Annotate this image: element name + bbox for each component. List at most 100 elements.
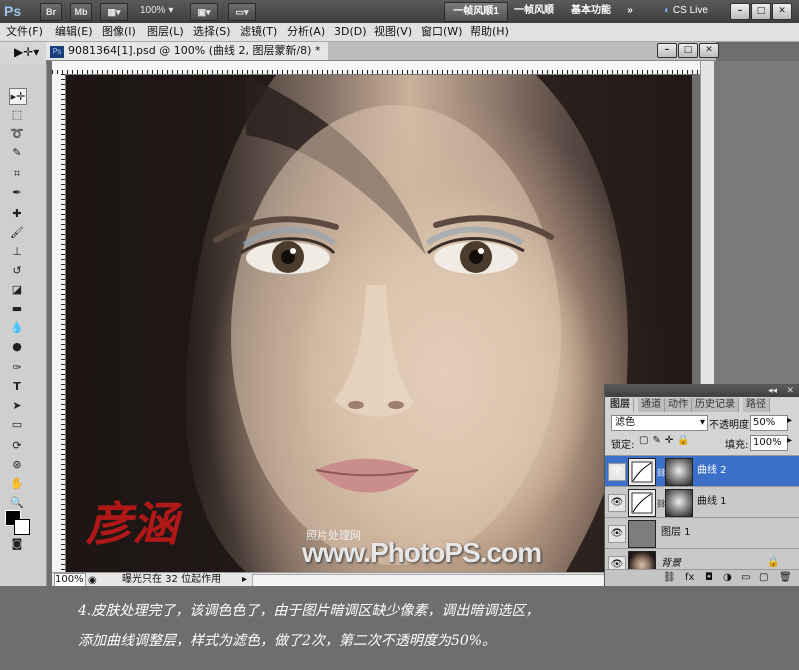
eye-icon[interactable]: 👁 — [608, 525, 626, 543]
tab-actions[interactable]: 动作 — [665, 398, 692, 412]
lock-icons[interactable]: ▢✎✛🔒 — [639, 435, 694, 446]
curves-adjustment-icon — [628, 489, 656, 517]
horizontal-ruler — [52, 61, 712, 75]
blur-tool-icon[interactable]: 💧 — [9, 320, 25, 335]
maximize-button[interactable]: □ — [751, 3, 771, 20]
opacity-slider-arrow-icon[interactable]: ▸ — [787, 415, 792, 426]
new-layer-icon[interactable]: ▢ — [759, 570, 768, 586]
tab-history[interactable]: 历史记录 — [692, 398, 739, 412]
gradient-tool-icon[interactable]: ▬ — [9, 301, 25, 316]
minibridge-button[interactable]: Mb — [70, 3, 92, 21]
healing-brush-tool-icon[interactable]: ✚ — [9, 206, 25, 221]
dodge-tool-icon[interactable]: ● — [9, 339, 25, 354]
type-tool-icon[interactable]: T — [9, 379, 25, 394]
path-selection-tool-icon[interactable]: ➤ — [9, 398, 25, 413]
menu-analysis[interactable]: 分析(A) — [287, 23, 325, 41]
add-mask-icon[interactable]: ◘ — [705, 570, 713, 586]
shape-tool-icon[interactable]: ▭ — [9, 417, 25, 432]
fill-field[interactable]: 100% — [750, 435, 788, 451]
collapse-panel-icon[interactable]: ◂◂ — [768, 385, 777, 397]
status-menu-arrow-icon[interactable]: ▸ — [242, 573, 247, 587]
minimize-button[interactable]: – — [730, 3, 750, 20]
layer-mask-thumbnail[interactable] — [665, 489, 693, 517]
bridge-button[interactable]: Br — [40, 3, 62, 21]
menu-edit[interactable]: 编辑(E) — [55, 23, 93, 41]
new-group-icon[interactable]: ▭ — [741, 570, 750, 586]
3d-rotate-tool-icon[interactable]: ⟳ — [9, 438, 25, 453]
lock-move-icon[interactable]: ✛ — [665, 435, 677, 446]
menu-select[interactable]: 选择(S) — [193, 23, 231, 41]
background-color-swatch[interactable] — [14, 519, 30, 535]
tab-layers[interactable]: 图层 — [607, 398, 634, 412]
link-layers-icon[interactable]: ⛓ — [663, 570, 676, 586]
screen-mode-icon: ▭▾ — [235, 7, 249, 17]
vertical-ruler — [52, 74, 66, 572]
history-brush-tool-icon[interactable]: ↺ — [9, 263, 25, 278]
opacity-field[interactable]: 50% — [750, 415, 788, 431]
pen-tool-icon[interactable]: ✑ — [9, 360, 25, 375]
workspace-button-2[interactable]: 一帧风顺 — [508, 2, 560, 20]
marquee-tool-icon[interactable]: ⬚ — [9, 107, 25, 122]
fill-slider-arrow-icon[interactable]: ▸ — [787, 435, 792, 446]
eye-icon[interactable]: 👁 — [608, 494, 626, 512]
tool-preset-picker[interactable]: ▶✛▾ — [14, 45, 39, 59]
crop-tool-icon[interactable]: ⌗ — [9, 166, 25, 181]
menu-window[interactable]: 窗口(W) — [421, 23, 462, 41]
menu-filter[interactable]: 滤镜(T) — [240, 23, 277, 41]
close-button[interactable]: ✕ — [772, 3, 792, 20]
eraser-tool-icon[interactable]: ◪ — [9, 282, 25, 297]
quick-mask-icon[interactable]: ◙ — [9, 536, 25, 551]
zoom-field[interactable]: 100% — [54, 573, 86, 587]
menu-file[interactable]: 文件(F) — [6, 23, 43, 41]
eye-icon[interactable]: 👁 — [608, 463, 626, 481]
workspace-button-essentials[interactable]: 基本功能 — [566, 2, 616, 20]
cs-live-button[interactable]: ◐ CS Live — [656, 2, 716, 20]
layer-row-curves-2[interactable]: 👁 ⛓ 曲线 2 — [605, 455, 799, 486]
menu-image[interactable]: 图像(I) — [102, 23, 136, 41]
layer-name: 曲线 2 — [697, 465, 727, 476]
opacity-label: 不透明度: — [709, 420, 753, 431]
layer-style-icon[interactable]: fx — [685, 570, 694, 586]
layer-row-curves-1[interactable]: 👁 ⛓ 曲线 1 — [605, 486, 799, 517]
close-panel-icon[interactable]: ✕ — [786, 385, 794, 397]
blend-mode-dropdown[interactable]: 滤色 ▾ — [611, 415, 708, 431]
menu-help[interactable]: 帮助(H) — [470, 23, 509, 41]
document-tab[interactable]: Ps 9081364[1].psd @ 100% (曲线 2, 图层蒙新/8) * — [46, 42, 329, 60]
zoom-level-dropdown[interactable]: 100% ▾ — [140, 3, 184, 19]
extras-grid-button[interactable]: ▦▾ — [100, 3, 128, 21]
hand-tool-icon[interactable]: ✋ — [9, 476, 25, 491]
layer-mask-thumbnail[interactable] — [665, 458, 693, 486]
tab-paths[interactable]: 路径 — [743, 398, 770, 412]
menu-layer[interactable]: 图层(L) — [147, 23, 184, 41]
3d-orbit-tool-icon[interactable]: ⊛ — [9, 457, 25, 472]
doc-maximize-button[interactable]: □ — [678, 43, 698, 58]
doc-minimize-button[interactable]: – — [657, 43, 677, 58]
move-tool-icon: ▶✛▾ — [14, 45, 40, 59]
lock-paint-icon[interactable]: ✎ — [652, 435, 664, 446]
menu-view[interactable]: 视图(V) — [374, 23, 412, 41]
lock-all-icon[interactable]: 🔒 — [677, 435, 693, 446]
arrange-documents-button[interactable]: ▣▾ — [190, 3, 218, 21]
tab-channels[interactable]: 通道 — [638, 398, 665, 412]
zoom-tool-icon[interactable]: 🔍 — [9, 495, 25, 510]
quick-select-tool-icon[interactable]: ✎ — [9, 145, 25, 160]
clone-stamp-tool-icon[interactable]: ⊥ — [9, 244, 25, 259]
eyedropper-tool-icon[interactable]: ✒ — [9, 185, 25, 200]
doc-close-button[interactable]: ✕ — [699, 43, 719, 58]
toolbox: ▸✛ ⬚ ➰ ✎ ⌗ ✒ ✚ 🖌 ⊥ ↺ ◪ ▬ 💧 ● ✑ T ➤ ▭ ⟳ ⊛… — [0, 64, 47, 670]
grid-icon: ▦▾ — [107, 7, 121, 17]
brush-tool-icon[interactable]: 🖌 — [9, 225, 25, 240]
screen-mode-button[interactable]: ▭▾ — [228, 3, 256, 21]
delete-layer-icon[interactable]: 🗑 — [779, 570, 792, 586]
workspace-button-active[interactable]: 一帧风顺1 — [444, 2, 508, 22]
menu-3d[interactable]: 3D(D) — [334, 23, 367, 41]
lasso-tool-icon[interactable]: ➰ — [9, 126, 25, 141]
layer-row-layer-1[interactable]: 👁 图层 1 — [605, 517, 799, 548]
image-canvas[interactable]: 彦涵 照片处理网 www.PhotoPS.com — [66, 75, 692, 572]
title-bar: Ps Br Mb ▦▾ 100% ▾ ▣▾ ▭▾ 一帧风顺1 一帧风顺 基本功能… — [0, 0, 799, 23]
lock-transparent-icon[interactable]: ▢ — [639, 435, 652, 446]
move-tool-icon[interactable]: ▸✛ — [9, 88, 27, 105]
adjustment-layer-icon[interactable]: ◑ — [723, 570, 732, 586]
photoshop-logo: Ps — [4, 3, 22, 19]
more-workspaces-button[interactable]: » — [620, 2, 640, 20]
